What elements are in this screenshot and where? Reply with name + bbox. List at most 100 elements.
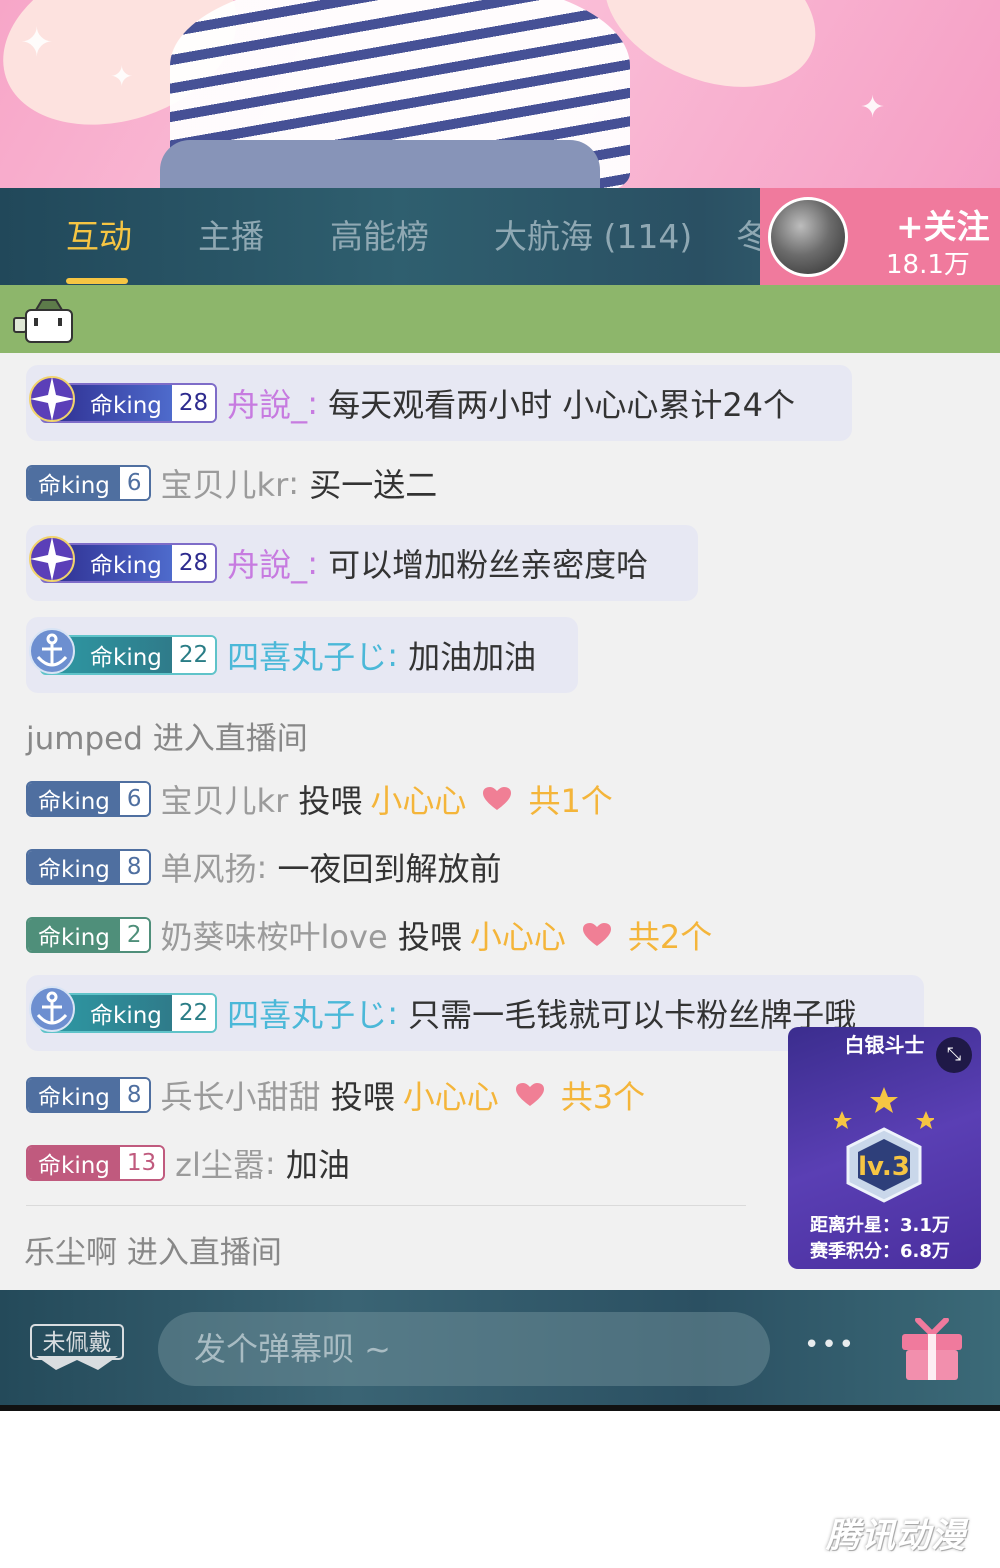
compass-star-icon <box>29 376 75 422</box>
follower-count: 18.1万 <box>886 250 970 280</box>
season-score: 赛季积分：6.8万 <box>810 1241 950 1262</box>
medal-level: 28 <box>171 545 216 581</box>
watermark: 腾讯动漫 <box>826 1516 966 1556</box>
username-separator: : <box>387 636 398 674</box>
system-notice: jumped 进入直播间 <box>26 721 308 757</box>
username[interactable]: 宝贝儿kr <box>161 776 289 822</box>
username[interactable]: 舟說_ <box>227 540 307 586</box>
live-room: ✦ ✦ ✦ 互动 主播 高能榜 大航海 (114) 冬 +关注 18.1万 命k… <box>0 0 1000 1568</box>
gift-name: 小心心 <box>370 782 467 820</box>
fan-medal[interactable]: 命king 28 <box>29 536 227 583</box>
heart-gift-icon <box>483 787 512 810</box>
gift-name: 小心心 <box>469 918 566 956</box>
fan-medal[interactable]: 命king 22 <box>29 986 227 1033</box>
bottom-edge <box>0 1405 1000 1411</box>
notice-strip <box>0 285 1000 353</box>
gift-box-icon[interactable] <box>898 1318 966 1384</box>
system-notice: 乐尘啊 进入直播间 <box>24 1235 282 1271</box>
message-text: 买一送二 <box>309 466 438 504</box>
fan-medal[interactable]: 命king 6 <box>26 781 151 817</box>
medal-level: 28 <box>171 385 216 421</box>
divider <box>26 1205 746 1206</box>
medal-level: 8 <box>119 851 149 883</box>
gift-action: 投喂 <box>298 782 363 820</box>
rank-badge-text: lv.3 <box>858 1152 910 1182</box>
fan-medal[interactable]: 命king 22 <box>29 628 227 675</box>
follow-button[interactable]: +关注 18.1万 <box>760 188 1000 285</box>
hero-collar <box>160 140 600 188</box>
username[interactable]: 舟說_ <box>227 380 307 426</box>
username-separator: : <box>307 544 318 582</box>
username-separator: : <box>288 464 300 502</box>
username[interactable]: 单风扬 <box>161 844 257 890</box>
fan-medal[interactable]: 命king 6 <box>26 465 151 501</box>
message-text: 每天观看两小时 小心心累计24个 <box>328 386 796 424</box>
level-card[interactable]: 白银斗士 ⤡ lv.3 距离升星：3.1万 赛季积分：6.8万 <box>788 1027 981 1269</box>
message-text: 可以增加粉丝亲密度哈 <box>328 546 649 584</box>
username-separator: : <box>256 848 268 886</box>
username-separator: : <box>387 994 398 1032</box>
username[interactable]: 兵长小甜甜 <box>161 1072 321 1118</box>
medal-level: 8 <box>119 1079 149 1111</box>
tab-guard[interactable]: 大航海 (114) <box>494 188 692 285</box>
username[interactable]: 四喜丸子じ <box>227 632 387 678</box>
star-progress: 距离升星：3.1万 <box>810 1215 950 1236</box>
medal-ribbon-icon <box>36 1356 118 1370</box>
medal-level: 6 <box>119 783 149 815</box>
stream-video-area[interactable]: ✦ ✦ ✦ <box>0 0 1000 188</box>
tab-interact[interactable]: 互动 <box>66 188 132 285</box>
fan-medal[interactable]: 命king 2 <box>26 917 151 953</box>
medal-name: 命king <box>28 851 120 883</box>
chat-message: 命king 28 舟說_: 每天观看两小时 小心心累计24个 <box>26 365 852 441</box>
username-separator: : <box>307 384 318 422</box>
chat-message: 命king 28 舟說_: 可以增加粉丝亲密度哈 <box>26 525 698 601</box>
medal-level: 22 <box>171 995 216 1031</box>
username[interactable]: 宝贝儿kr <box>161 460 289 506</box>
gift-count: 共1个 <box>528 782 613 820</box>
compass-star-icon <box>29 536 75 582</box>
medal-name: 命king <box>28 467 120 499</box>
fan-medal[interactable]: 命king 8 <box>26 849 151 885</box>
medal-name: 命king <box>28 783 120 815</box>
username[interactable]: 奶葵味桉叶love <box>161 912 388 958</box>
message-text: 加油加油 <box>408 638 537 676</box>
username-separator: : <box>264 1144 276 1182</box>
username[interactable]: 四喜丸子じ <box>227 990 387 1036</box>
sparkle-icon: ✦ <box>20 20 54 66</box>
medal-level: 22 <box>171 637 216 673</box>
message-text: 一夜回到解放前 <box>277 850 502 888</box>
anchor-icon <box>29 628 75 674</box>
gift-count: 共2个 <box>627 918 713 956</box>
rank-emblem-icon: lv.3 <box>834 1087 934 1203</box>
fan-medal[interactable]: 命king 28 <box>29 376 227 423</box>
gift-action: 投喂 <box>330 1078 395 1116</box>
fan-medal[interactable]: 命king 13 <box>26 1145 166 1181</box>
sparkle-icon: ✦ <box>860 90 886 125</box>
fan-medal[interactable]: 命king 8 <box>26 1077 151 1113</box>
medal-wear-button[interactable]: 未佩戴 <box>30 1324 124 1360</box>
medal-level: 6 <box>119 467 149 499</box>
chat-message: 命king 22 四喜丸子じ: 加油加油 <box>26 617 578 693</box>
gift-count: 共3个 <box>560 1078 646 1116</box>
streamer-avatar[interactable] <box>768 197 848 277</box>
tv-mascot-icon[interactable] <box>12 296 82 344</box>
tab-energy-rank[interactable]: 高能榜 <box>330 188 429 285</box>
gift-name: 小心心 <box>402 1078 499 1116</box>
medal-level: 13 <box>119 1147 164 1179</box>
username[interactable]: zl尘嚣 <box>175 1140 265 1186</box>
anchor-icon <box>29 986 75 1032</box>
danmaku-input[interactable]: 发个弹幕呗 ~ <box>158 1312 770 1386</box>
tab-streamer[interactable]: 主播 <box>198 188 264 285</box>
medal-level: 2 <box>119 919 149 951</box>
medal-name: 命king <box>28 919 120 951</box>
heart-gift-icon <box>515 1083 544 1106</box>
collapse-icon[interactable]: ⤡ <box>936 1037 972 1073</box>
more-icon[interactable]: ••• <box>804 1330 856 1360</box>
message-text: 加油 <box>285 1146 350 1184</box>
sparkle-icon: ✦ <box>110 60 134 93</box>
medal-name: 命king <box>28 1147 120 1179</box>
heart-gift-icon <box>582 923 611 946</box>
medal-name: 命king <box>28 1079 120 1111</box>
active-tab-indicator <box>66 278 128 284</box>
follow-label: +关注 <box>896 207 990 246</box>
